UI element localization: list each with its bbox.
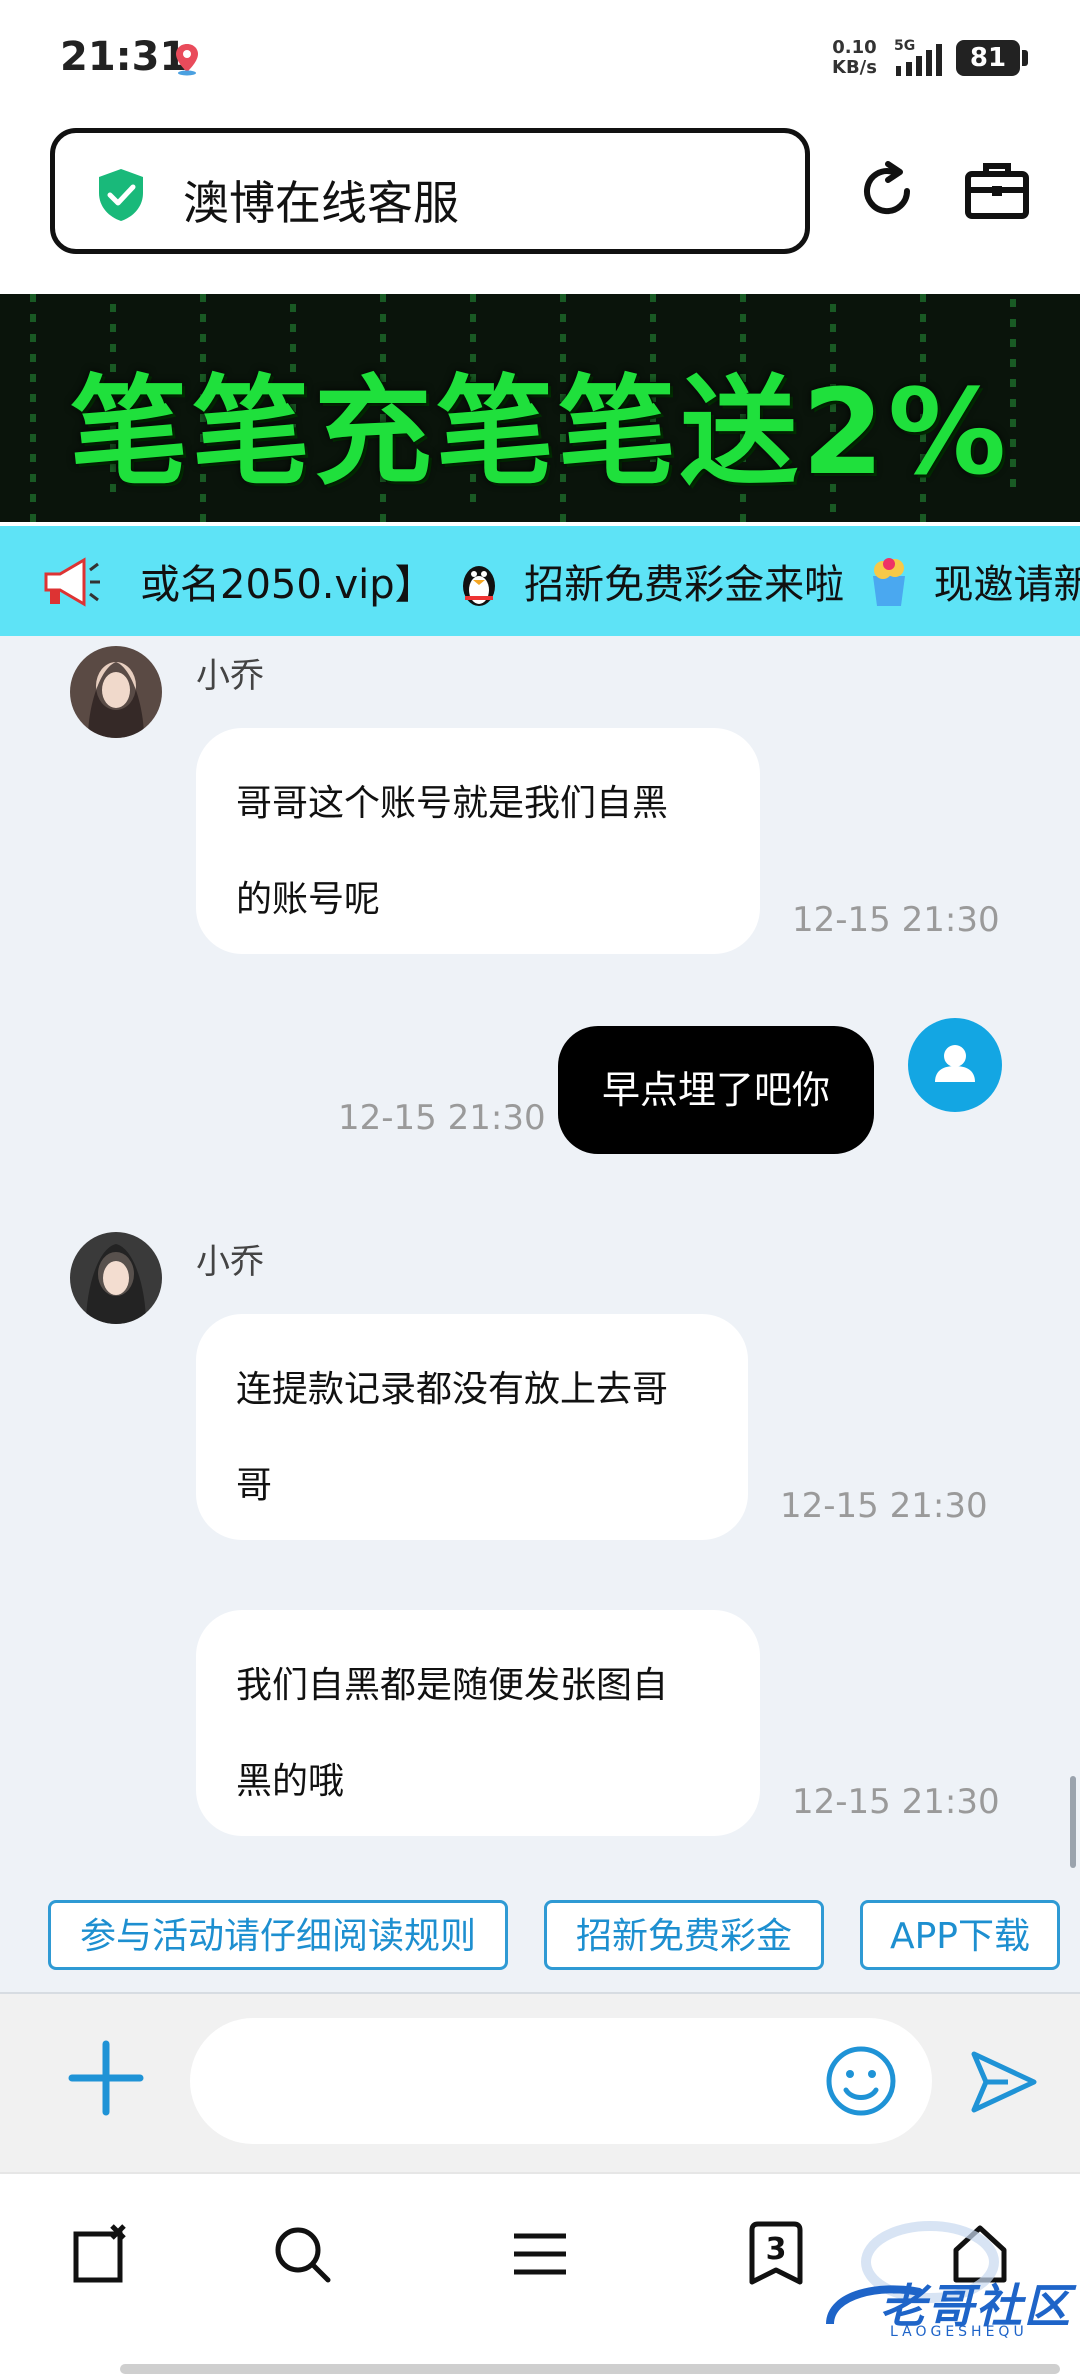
megaphone-icon [44, 557, 100, 607]
marquee-text-part: 现邀请新用 [933, 562, 1080, 608]
sender-name: 小乔 [196, 1242, 264, 1282]
user-icon [935, 1045, 975, 1082]
penguin-icon [463, 566, 496, 606]
message-line: 哥哥这个账号就是我们自黑 [236, 783, 669, 824]
send-icon[interactable] [968, 2048, 1040, 2116]
browser-bottom-nav: 3 老哥社区 LAOGESHEQU [0, 2172, 1080, 2378]
agent-avatar-image [70, 1232, 162, 1324]
close-page-icon[interactable] [68, 2222, 132, 2286]
network-speed: 0.10 KB/s [832, 38, 877, 78]
app-download-button[interactable]: APP下载 [860, 1900, 1060, 1970]
network-speed-unit: KB/s [832, 57, 877, 78]
page-title: 澳博在线客服 [183, 176, 459, 230]
refresh-icon[interactable] [852, 156, 922, 226]
address-bar[interactable]: 澳博在线客服 [50, 128, 810, 254]
promo-banner[interactable]: 笔笔充笔笔送2% [0, 294, 1080, 522]
network-type: 5G [894, 38, 915, 54]
emoji-icon[interactable] [824, 2044, 898, 2118]
my-message-bubble[interactable]: 早点埋了吧你 [558, 1026, 874, 1154]
agent-avatar-image [70, 646, 162, 738]
message-composer [0, 1994, 1080, 2172]
watermark-subtext: LAOGESHEQU [890, 2324, 1028, 2340]
clock: 21:31 [60, 34, 188, 80]
message-timestamp: 12-15 21:30 [792, 1782, 1000, 1822]
quick-actions-bar: 参与活动请仔细阅读规则 招新免费彩金 APP下载 [0, 1880, 1080, 1994]
agent-avatar[interactable] [70, 1232, 162, 1324]
marquee-text: 或名2050.vip】 招新免费彩金来啦 现邀请新用 [140, 552, 1080, 610]
message-line: 连提款记录都没有放上去哥 [236, 1369, 669, 1410]
sender-name: 小乔 [196, 656, 264, 696]
message-input[interactable] [190, 2018, 932, 2144]
message-timestamp: 12-15 21:30 [792, 900, 1000, 940]
search-icon[interactable] [270, 2222, 334, 2286]
announcement-marquee[interactable]: 或名2050.vip】 招新免费彩金来啦 现邀请新用 [0, 526, 1080, 636]
message-bubble[interactable]: 连提款记录都没有放上去哥 哥 [196, 1314, 748, 1540]
signal-icon: 5G [894, 38, 942, 76]
message-line: 哥 [236, 1465, 273, 1506]
shield-check-icon [99, 169, 143, 221]
message-line: 的账号呢 [236, 879, 381, 920]
message-line: 我们自黑都是随便发张图自 [236, 1665, 669, 1706]
rules-button[interactable]: 参与活动请仔细阅读规则 [48, 1900, 508, 1970]
user-avatar[interactable] [908, 1018, 1002, 1112]
plus-icon[interactable] [68, 2040, 144, 2116]
scrollbar-thumb[interactable] [1070, 1776, 1076, 1868]
message-bubble[interactable]: 我们自黑都是随便发张图自 黑的哦 [196, 1610, 760, 1836]
gesture-bar[interactable] [120, 2364, 1060, 2374]
banner-headline: 笔笔充笔笔送2% [69, 363, 1011, 501]
message-bubble[interactable]: 哥哥这个账号就是我们自黑 的账号呢 [196, 728, 760, 954]
location-icon [176, 44, 198, 76]
chat-history[interactable]: 小乔 哥哥这个账号就是我们自黑 的账号呢 12-15 21:30 早点埋了吧你 … [0, 636, 1080, 1880]
marquee-text-part: 或名2050.vip】 [140, 562, 435, 608]
battery-indicator: 81 [956, 40, 1028, 76]
free-bonus-button[interactable]: 招新免费彩金 [544, 1900, 824, 1970]
message-line: 黑的哦 [236, 1761, 345, 1802]
status-bar: 21:31 0.10 KB/s 5G 81 [0, 0, 1080, 120]
message-timestamp: 12-15 21:30 [338, 1098, 546, 1138]
gift-bag-icon [872, 558, 905, 606]
menu-icon[interactable] [508, 2222, 572, 2286]
network-speed-value: 0.10 [832, 37, 877, 58]
toolbox-icon[interactable] [962, 156, 1032, 226]
marquee-text-part: 招新免费彩金来啦 [524, 562, 845, 608]
message-timestamp: 12-15 21:30 [780, 1486, 988, 1526]
agent-avatar[interactable] [70, 646, 162, 738]
